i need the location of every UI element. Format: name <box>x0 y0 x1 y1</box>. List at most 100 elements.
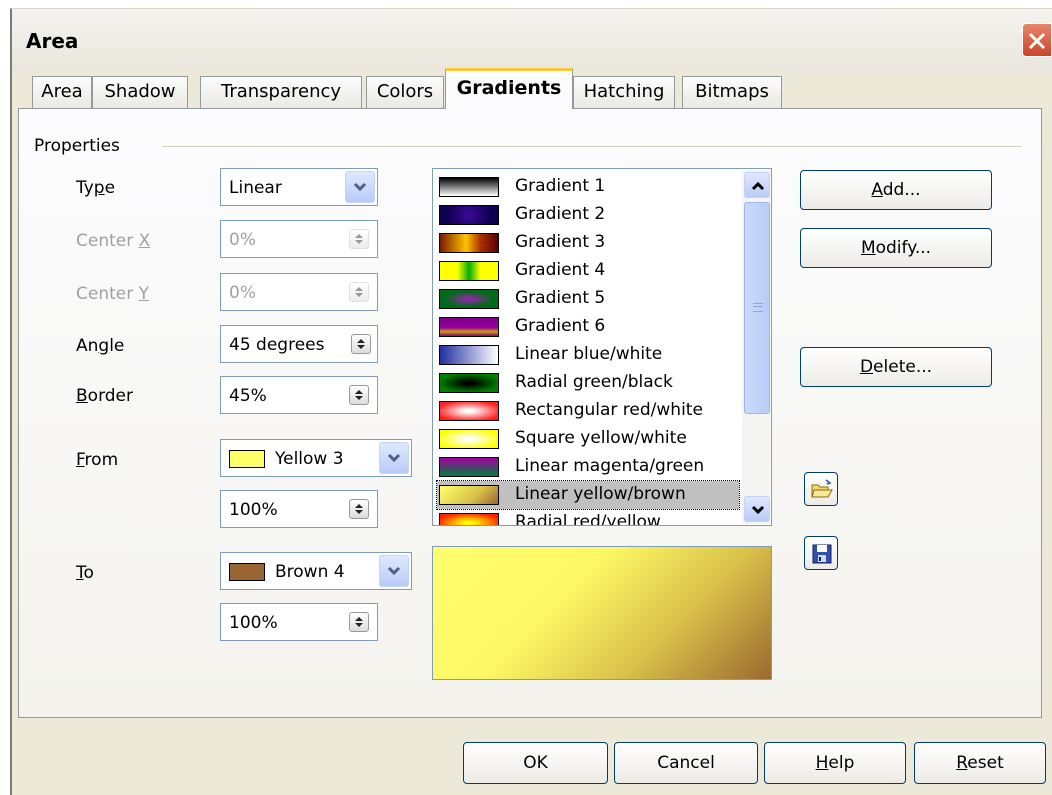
gradient-name: Linear yellow/brown <box>515 484 686 504</box>
add-button[interactable]: Add... <box>800 170 992 210</box>
delete-button[interactable]: Delete... <box>800 347 992 387</box>
gradient-list-item[interactable]: Linear blue/white <box>437 341 739 369</box>
gradient-preview <box>432 546 772 680</box>
save-gradients-button[interactable] <box>804 536 838 570</box>
border-label: Border <box>76 386 134 406</box>
center-y-value: 0% <box>229 283 256 303</box>
open-folder-icon <box>811 479 833 498</box>
gradient-thumbnail <box>439 513 499 525</box>
gradient-list-item[interactable]: Gradient 2 <box>437 201 739 229</box>
spin-arrows-icon <box>355 617 363 627</box>
center-x-value: 0% <box>229 230 256 250</box>
gradient-name: Gradient 1 <box>515 176 606 196</box>
group-divider <box>162 146 1022 148</box>
border-spinner[interactable] <box>349 385 369 405</box>
gradient-list-item[interactable]: Rectangular red/white <box>437 397 739 425</box>
gradient-name: Gradient 5 <box>515 288 606 308</box>
gradient-name: Rectangular red/white <box>515 400 703 420</box>
type-dropdown-button[interactable] <box>345 171 375 203</box>
angle-spinner[interactable] <box>351 334 371 354</box>
from-color-name: Yellow 3 <box>275 449 344 469</box>
gradient-name: Square yellow/white <box>515 428 687 448</box>
ok-button[interactable]: OK <box>463 742 608 784</box>
from-color-select[interactable]: Yellow 3 <box>220 439 412 477</box>
tab-transparency[interactable]: Transparency <box>200 76 362 108</box>
gradient-list-item[interactable]: Gradient 1 <box>437 173 739 201</box>
help-button[interactable]: Help <box>764 742 906 784</box>
angle-field[interactable]: 45 degrees <box>220 325 378 363</box>
cancel-button[interactable]: Cancel <box>614 742 758 784</box>
gradient-thumbnail <box>439 429 499 449</box>
gradient-list-item[interactable]: Gradient 4 <box>437 257 739 285</box>
reset-button[interactable]: Reset <box>914 742 1046 784</box>
chevron-down-icon <box>353 182 367 192</box>
gradient-thumbnail <box>439 317 499 337</box>
to-intensity-field[interactable]: 100% <box>220 603 378 641</box>
scroll-down-button[interactable] <box>744 496 770 522</box>
center-x-label: Center X <box>76 231 151 251</box>
gradient-thumbnail <box>439 261 499 281</box>
gradient-name: Linear blue/white <box>515 344 663 364</box>
gradient-list-item[interactable]: Radial red/yellow <box>437 509 739 525</box>
tab-shadow[interactable]: Shadow <box>92 76 188 108</box>
tab-area[interactable]: Area <box>32 76 92 108</box>
to-color-name: Brown 4 <box>275 562 345 582</box>
angle-label: Angle <box>76 336 125 356</box>
chevron-down-icon <box>387 566 401 576</box>
center-x-spinner[interactable] <box>349 229 369 249</box>
type-label: Type <box>76 178 116 198</box>
from-intensity-value: 100% <box>229 500 278 520</box>
title-bar: Area <box>12 9 1052 71</box>
scroll-thumb[interactable] <box>744 202 770 414</box>
load-gradients-button[interactable] <box>804 472 838 506</box>
from-intensity-field[interactable]: 100% <box>220 490 378 528</box>
close-icon <box>1028 32 1046 50</box>
tab-bitmaps[interactable]: Bitmaps <box>682 76 782 108</box>
gradient-list-item[interactable]: Square yellow/white <box>437 425 739 453</box>
type-value: Linear <box>229 178 282 198</box>
tab-colors[interactable]: Colors <box>366 76 444 108</box>
gradient-name: Radial green/black <box>515 372 673 392</box>
gradient-thumbnail <box>439 401 499 421</box>
dialog-title: Area <box>26 29 79 53</box>
tab-hatching[interactable]: Hatching <box>573 76 675 108</box>
gradient-name: Gradient 4 <box>515 260 606 280</box>
border-field[interactable]: 45% <box>220 376 378 414</box>
tab-gradients[interactable]: Gradients <box>445 68 573 109</box>
gradient-thumbnail <box>439 373 499 393</box>
center-y-label: Center Y <box>76 284 150 304</box>
to-intensity-spinner[interactable] <box>349 612 369 632</box>
gradient-thumbnail <box>439 485 499 505</box>
to-dropdown-button[interactable] <box>379 555 409 587</box>
scroll-up-icon <box>751 181 765 191</box>
gradient-name: Gradient 3 <box>515 232 606 252</box>
scroll-down-icon <box>751 505 765 515</box>
gradient-list[interactable]: Gradient 1 Gradient 2 Gradient 3 Gradient 4… <box>432 168 772 526</box>
gradient-thumbnail <box>439 457 499 477</box>
modify-button[interactable]: Modify... <box>800 228 992 268</box>
center-y-field[interactable]: 0% <box>220 273 378 311</box>
from-intensity-spinner[interactable] <box>349 499 369 519</box>
gradient-list-item[interactable]: Radial green/black <box>437 369 739 397</box>
to-label: To <box>76 563 94 583</box>
close-button[interactable] <box>1022 23 1052 57</box>
spin-arrows-icon <box>355 504 363 514</box>
gradient-list-item[interactable]: Gradient 5 <box>437 285 739 313</box>
center-y-spinner[interactable] <box>349 282 369 302</box>
gradient-name: Gradient 2 <box>515 204 606 224</box>
gradient-list-scrollbar[interactable] <box>742 170 770 524</box>
angle-value: 45 degrees <box>229 335 325 355</box>
gradient-list-item[interactable]: Linear magenta/green <box>437 453 739 481</box>
to-color-select[interactable]: Brown 4 <box>220 552 412 590</box>
from-dropdown-button[interactable] <box>379 442 409 474</box>
gradient-list-item[interactable]: Linear yellow/brown <box>436 480 740 510</box>
scroll-up-button[interactable] <box>744 172 770 198</box>
gradient-list-item[interactable]: Gradient 3 <box>437 229 739 257</box>
gradient-thumbnail <box>439 289 499 309</box>
gradient-list-item[interactable]: Gradient 6 <box>437 313 739 341</box>
chevron-down-icon <box>387 453 401 463</box>
gradient-name: Linear magenta/green <box>515 456 705 476</box>
type-select[interactable]: Linear <box>220 168 378 206</box>
center-x-field[interactable]: 0% <box>220 220 378 258</box>
to-color-swatch <box>229 563 265 581</box>
